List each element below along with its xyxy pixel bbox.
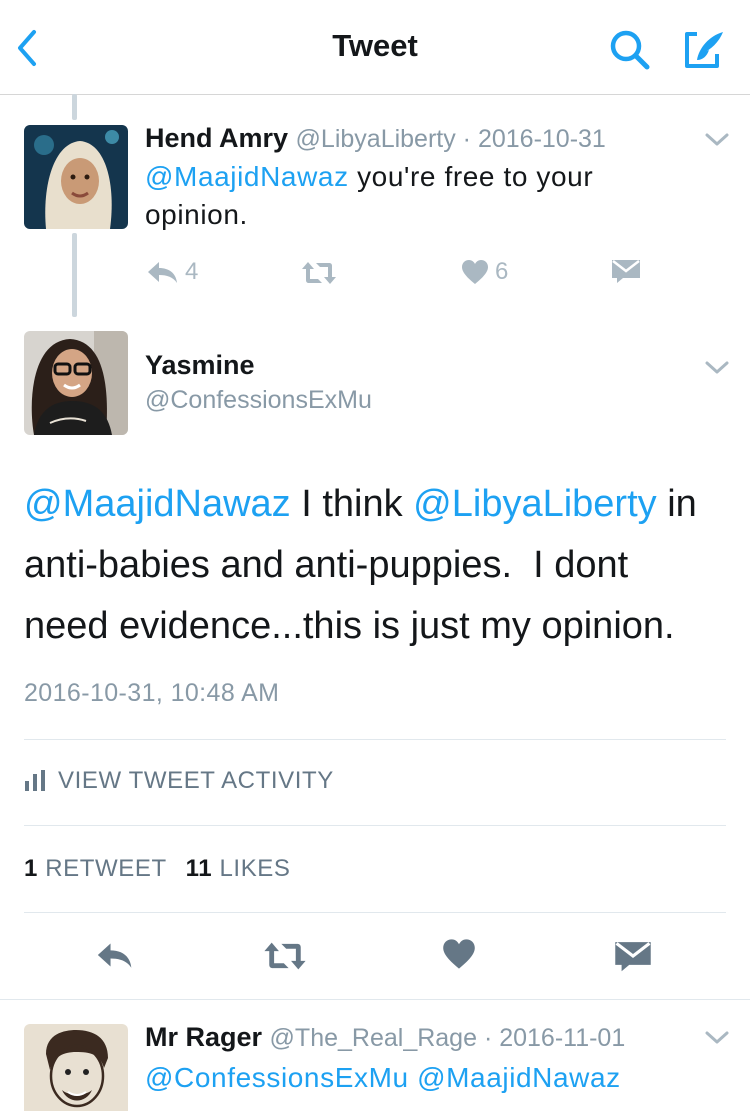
tweet-timestamp: 2016-10-31, 10:48 AM [24,679,280,707]
tweet-text-part: you're free to your [348,161,594,192]
mention-link[interactable]: @MaajidNawaz [24,483,291,525]
divider [24,912,726,913]
direct-message-button[interactable] [614,939,652,978]
tweet-text-part: I think [290,483,414,525]
retweet-label: RETWEET [45,855,167,882]
mention-link[interactable]: @ConfessionsExMu [145,1062,409,1093]
author-handle[interactable]: @LibyaLiberty [296,125,456,153]
tweet-menu-chevron-icon[interactable] [704,358,730,378]
tweet-text-line: @MaajidNawaz I think @LibyaLiberty in [24,474,734,535]
like-count: 6 [495,258,509,285]
thread-line [72,94,77,120]
divider [0,999,750,1000]
heart-icon [462,260,488,284]
separator-dot: · [455,125,478,153]
avatar[interactable] [24,125,128,229]
tweet-menu-chevron-icon[interactable] [704,130,730,150]
envelope-icon [615,942,651,972]
like-count: 11 [185,855,213,882]
like-label: LIKES [219,855,291,882]
separator-dot: · [477,1024,500,1052]
mention-link[interactable]: @MaajidNawaz [145,161,349,192]
like-stat[interactable]: 11 LIKES [186,855,291,882]
reply-button[interactable]: 4 [145,258,198,286]
envelope-icon [612,260,640,283]
author-handle[interactable]: @The_Real_Rage [270,1024,477,1052]
direct-message-button[interactable] [611,258,641,284]
like-button[interactable]: 6 [461,258,508,286]
reply-icon [97,943,132,968]
heart-icon [443,939,475,969]
tweet-text-line: need evidence...this is just my opinion. [24,605,675,647]
divider [24,739,726,740]
mention-link[interactable]: @LibyaLiberty [413,483,656,525]
tweet-text: @MaajidNawaz you're free to your opinion… [145,158,685,234]
tweet-author-line: Hend Amry @LibyaLiberty · 2016-10-31 [145,123,606,154]
thread-line [72,233,77,317]
reply-count: 4 [185,258,199,285]
tweet-date: 2016-10-31 [477,125,606,153]
compose-tweet-icon[interactable] [683,28,727,72]
retweet-button[interactable] [262,940,308,977]
tweet-text-part: in [656,483,697,525]
retweet-count: 1 [24,855,38,882]
nav-bar: Tweet [0,0,750,95]
bar-chart-icon [25,770,45,791]
avatar[interactable] [24,331,128,435]
retweet-icon [302,262,336,284]
view-tweet-activity-label: VIEW TWEET ACTIVITY [58,767,334,794]
tweet-menu-chevron-icon[interactable] [704,1028,730,1048]
reply-icon [148,262,177,283]
view-tweet-activity-link[interactable]: VIEW TWEET ACTIVITY [24,767,334,795]
tweet-author-line: Mr Rager @The_Real_Rage · 2016-11-01 [145,1022,625,1053]
mention-link[interactable]: @MaajidNawaz [417,1062,621,1093]
retweet-stat[interactable]: 1 RETWEET [24,855,166,882]
tweet-text: @ConfessionsExMu @MaajidNawaz [145,1059,745,1097]
engagement-stats: 1 RETWEET 11 LIKES [24,855,291,883]
retweet-button[interactable] [300,260,338,286]
divider [24,825,726,826]
retweet-icon [264,942,306,970]
search-icon[interactable] [608,28,652,72]
author-handle[interactable]: @ConfessionsExMu [145,386,372,415]
avatar[interactable] [24,1024,128,1111]
tweet-text: @MaajidNawaz I think @LibyaLiberty in an… [24,474,734,657]
like-button[interactable] [442,938,476,975]
author-name[interactable]: Mr Rager [145,1022,262,1052]
tweet-text-part: opinion. [145,199,248,230]
reply-button[interactable] [94,940,134,975]
author-name[interactable]: Hend Amry [145,123,288,153]
author-name[interactable]: Yasmine [145,350,255,381]
tweet-date: 2016-11-01 [499,1024,626,1052]
tweet-text-line: anti-babies and anti-puppies. I dont [24,544,629,586]
